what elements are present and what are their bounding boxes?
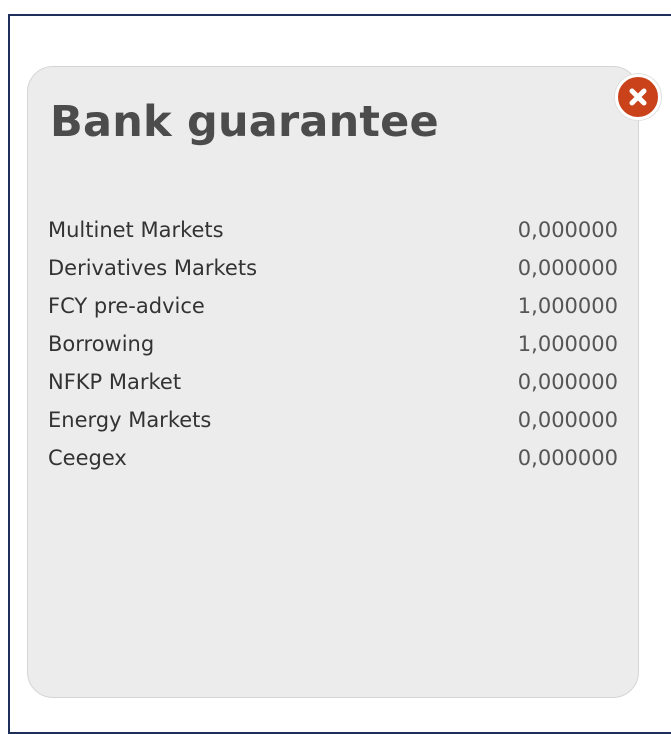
guarantee-list: Multinet Markets 0,000000 Derivatives Ma… xyxy=(48,211,618,477)
row-value: 1,000000 xyxy=(517,294,618,318)
row-value: 0,000000 xyxy=(517,256,618,280)
bank-guarantee-card: Bank guarantee Multinet Markets 0,000000… xyxy=(27,66,639,698)
list-item: NFKP Market 0,000000 xyxy=(48,363,618,401)
row-label: Derivatives Markets xyxy=(48,256,258,280)
list-item: Multinet Markets 0,000000 xyxy=(48,211,618,249)
list-item: Borrowing 1,000000 xyxy=(48,325,618,363)
row-label: Borrowing xyxy=(48,332,155,356)
row-label: Ceegex xyxy=(48,446,127,470)
row-label: NFKP Market xyxy=(48,370,182,394)
list-item: Derivatives Markets 0,000000 xyxy=(48,249,618,287)
row-value: 0,000000 xyxy=(517,370,618,394)
list-item: FCY pre-advice 1,000000 xyxy=(48,287,618,325)
row-label: FCY pre-advice xyxy=(48,294,205,318)
list-item: Ceegex 0,000000 xyxy=(48,439,618,477)
close-icon xyxy=(629,88,647,106)
row-value: 0,000000 xyxy=(517,218,618,242)
row-label: Multinet Markets xyxy=(48,218,224,242)
close-button[interactable] xyxy=(615,74,661,120)
row-value: 0,000000 xyxy=(517,446,618,470)
list-item: Energy Markets 0,000000 xyxy=(48,401,618,439)
row-value: 1,000000 xyxy=(517,332,618,356)
card-title: Bank guarantee xyxy=(50,97,439,147)
row-label: Energy Markets xyxy=(48,408,212,432)
row-value: 0,000000 xyxy=(517,408,618,432)
